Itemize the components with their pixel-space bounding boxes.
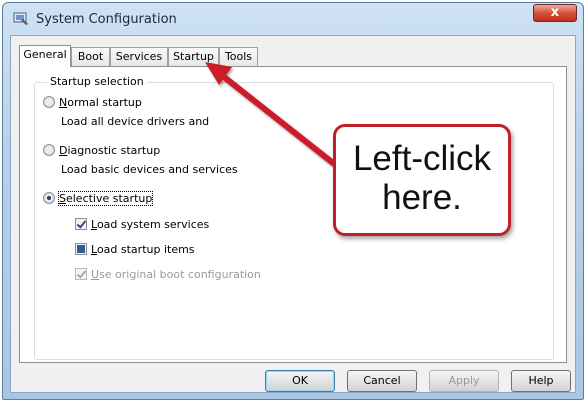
load-startup-items-checkbox[interactable]: Load startup items bbox=[75, 243, 195, 256]
ok-button[interactable]: OK bbox=[265, 370, 335, 392]
cancel-button[interactable]: Cancel bbox=[347, 370, 417, 392]
help-button[interactable]: Help bbox=[511, 370, 571, 392]
apply-button: Apply bbox=[429, 370, 499, 392]
close-button[interactable]: x bbox=[533, 4, 577, 22]
tab-boot[interactable]: Boot bbox=[71, 47, 110, 66]
title-bar[interactable]: System Configuration x bbox=[3, 3, 583, 37]
load-system-services-label: Load system services bbox=[91, 218, 210, 231]
window-title: System Configuration bbox=[36, 12, 177, 27]
radio-checked-icon bbox=[43, 192, 55, 204]
tab-general[interactable]: General bbox=[19, 45, 71, 67]
checkbox-checked-icon bbox=[75, 218, 87, 230]
diagnostic-startup-label: Diagnostic startup bbox=[59, 144, 161, 157]
radio-unchecked-icon bbox=[43, 96, 55, 108]
checkbox-indeterminate-icon bbox=[75, 243, 87, 255]
group-title: Startup selection bbox=[47, 75, 147, 88]
diagnostic-startup-description: Load basic devices and services bbox=[61, 163, 238, 176]
callout-line-2: here. bbox=[382, 178, 462, 217]
diagnostic-startup-radio[interactable]: Diagnostic startup bbox=[43, 144, 160, 157]
tab-services[interactable]: Services bbox=[110, 47, 168, 66]
normal-startup-description: Load all device drivers and bbox=[61, 115, 210, 128]
checkbox-disabled-icon bbox=[75, 268, 87, 280]
use-original-boot-checkbox: Use original boot configuration bbox=[75, 268, 261, 281]
tab-tools[interactable]: Tools bbox=[219, 47, 258, 66]
selective-startup-label: Selective startup bbox=[57, 191, 154, 206]
tab-startup[interactable]: Startup bbox=[168, 47, 219, 66]
selective-startup-radio[interactable]: Selective startup bbox=[43, 191, 154, 206]
normal-startup-label: Normal startup bbox=[59, 96, 142, 109]
callout-line-1: Left-click bbox=[352, 139, 492, 178]
radio-unchecked-icon bbox=[43, 144, 55, 156]
load-startup-items-label: Load startup items bbox=[91, 243, 195, 256]
normal-startup-radio[interactable]: Normal startup bbox=[43, 96, 142, 109]
annotation-callout: Left-click here. bbox=[333, 124, 511, 236]
load-system-services-checkbox[interactable]: Load system services bbox=[75, 218, 209, 231]
callout-text: Left-click here. bbox=[336, 139, 508, 217]
msconfig-app-icon bbox=[13, 12, 28, 25]
use-original-boot-label: Use original boot configuration bbox=[91, 268, 261, 281]
